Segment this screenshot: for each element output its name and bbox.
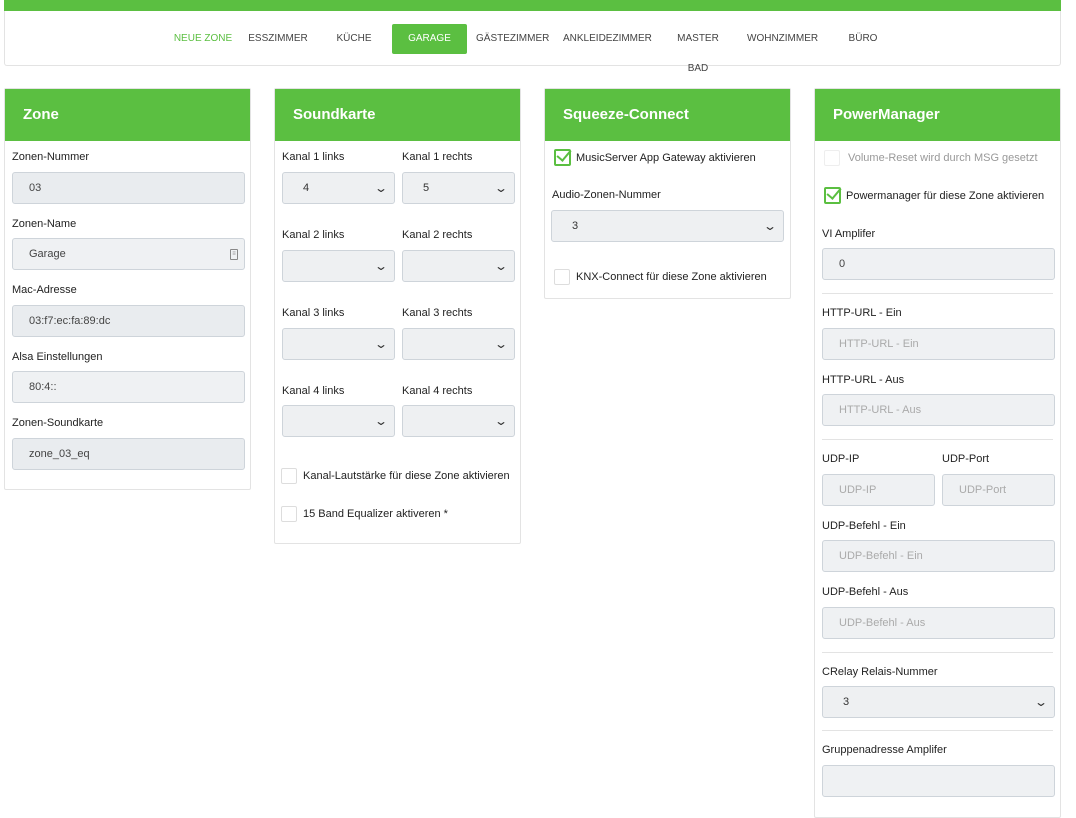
channel-3-right-label: Kanal 3 rechts [402,307,473,319]
channel-4-left-select[interactable]: ⌄ [282,405,395,437]
chevron-down-icon: ⌄ [762,219,778,233]
powermanager-label: Powermanager für diese Zone aktivieren [846,190,1045,202]
tab-garage[interactable]: GARAGE [392,24,467,54]
tab-gaestezimmer[interactable]: GÄSTEZIMMER [476,24,549,54]
udp-on-label: UDP-Befehl - Ein [822,520,906,532]
channel-4-right-select[interactable]: ⌄ [402,405,515,437]
audio-zone-number-value: 3 [572,220,579,232]
channel-2-left-label: Kanal 2 links [282,229,345,241]
chevron-down-icon: ⌄ [1033,695,1049,709]
chevron-down-icon: ⌄ [373,337,389,351]
udp-ip-label: UDP-IP [822,453,860,465]
zone-soundcard-input[interactable]: zone_03_eq [12,438,245,470]
zone-tabs: NEUE ZONE ESSZIMMER KÜCHE GARAGE GÄSTEZI… [4,11,1061,74]
tab-master-bad[interactable]: MASTER BAD [666,24,730,74]
udp-off-input[interactable]: UDP-Befehl - Aus [822,607,1055,639]
chevron-down-icon: ⌄ [493,181,509,195]
chevron-down-icon: ⌄ [493,337,509,351]
tab-esszimmer[interactable]: ESSZIMMER [247,24,309,54]
equalizer-label: 15 Band Equalizer aktiveren * [303,508,448,520]
soundcard-card-title: Soundkarte [275,89,520,141]
channel-3-right-select[interactable]: ⌄ [402,328,515,360]
powermanager-card: PowerManager Volume-Reset wird durch MSG… [814,88,1061,818]
zone-name-label: Zonen-Name [12,218,77,230]
udp-ip-input[interactable]: UDP-IP [822,474,935,506]
channel-4-right-label: Kanal 4 rechts [402,385,473,397]
chevron-down-icon: ⌄ [373,259,389,273]
zone-number-input[interactable]: 03 [12,172,245,204]
mac-input[interactable]: 03:f7:ec:fa:89:dc [12,305,245,337]
alsa-label: Alsa Einstellungen [12,351,103,363]
channel-1-right-value: 5 [423,182,430,194]
volume-reset-checkbox[interactable] [824,150,840,166]
tab-neue-zone[interactable]: NEUE ZONE [173,24,233,54]
gateway-checkbox[interactable] [554,149,571,166]
zone-card: Zone Zonen-Nummer 03 Zonen-Name Garage ≡ … [4,88,251,490]
knx-connect-checkbox[interactable] [554,269,570,285]
channel-1-right-label: Kanal 1 rechts [402,151,473,163]
channel-2-right-label: Kanal 2 rechts [402,229,473,241]
tab-wohnzimmer[interactable]: WOHNZIMMER [747,24,818,54]
http-on-label: HTTP-URL - Ein [822,307,902,319]
vi-amplifier-input[interactable]: 0 [822,248,1055,280]
http-off-input[interactable]: HTTP-URL - Aus [822,394,1055,426]
volume-reset-label: Volume-Reset wird durch MSG gesetzt [848,152,1038,164]
vi-amplifier-label: VI Amplifer [822,228,876,240]
contact-card-icon: ≡ [230,249,238,260]
zone-number-label: Zonen-Nummer [12,151,90,163]
divider [822,439,1053,440]
tab-buero[interactable]: BÜRO [843,24,883,54]
http-on-input[interactable]: HTTP-URL - Ein [822,328,1055,360]
tab-kueche[interactable]: KÜCHE [331,24,377,54]
zone-card-title: Zone [5,89,250,141]
crelay-value: 3 [843,696,850,708]
channel-volume-checkbox[interactable] [281,468,297,484]
chevron-down-icon: ⌄ [493,414,509,428]
group-address-label: Gruppenadresse Amplifer [822,744,947,756]
powermanager-checkbox[interactable] [824,187,841,204]
squeeze-connect-card: Squeeze-Connect MusicServer App Gateway … [544,88,791,299]
channel-3-left-select[interactable]: ⌄ [282,328,395,360]
zone-soundcard-label: Zonen-Soundkarte [12,417,104,429]
soundcard-card: Soundkarte Kanal 1 links Kanal 1 rechts … [274,88,521,544]
udp-port-input[interactable]: UDP-Port [942,474,1055,506]
crelay-label: CRelay Relais-Nummer [822,666,938,678]
udp-off-label: UDP-Befehl - Aus [822,586,909,598]
tab-ankleidezimmer[interactable]: ANKLEIDEZIMMER [563,24,652,54]
udp-port-label: UDP-Port [942,453,990,465]
powermanager-title: PowerManager [815,89,1060,141]
chevron-down-icon: ⌄ [373,181,389,195]
channel-3-left-label: Kanal 3 links [282,307,345,319]
group-address-input[interactable] [822,765,1055,797]
crelay-select[interactable]: 3 ⌄ [822,686,1055,718]
channel-1-left-label: Kanal 1 links [282,151,345,163]
divider [822,293,1053,294]
zone-name-input[interactable]: Garage ≡ [12,238,245,270]
udp-on-input[interactable]: UDP-Befehl - Ein [822,540,1055,572]
channel-2-left-select[interactable]: ⌄ [282,250,395,282]
channel-4-left-label: Kanal 4 links [282,385,345,397]
http-off-label: HTTP-URL - Aus [822,374,905,386]
channel-1-left-select[interactable]: 4 ⌄ [282,172,395,204]
alsa-input[interactable]: 80:4:: [12,371,245,403]
audio-zone-number-select[interactable]: 3 ⌄ [551,210,784,242]
divider [822,730,1053,731]
chevron-down-icon: ⌄ [493,259,509,273]
chevron-down-icon: ⌄ [373,414,389,428]
knx-connect-label: KNX-Connect für diese Zone aktivieren [576,271,767,283]
squeeze-connect-title: Squeeze-Connect [545,89,790,141]
channel-2-right-select[interactable]: ⌄ [402,250,515,282]
channel-1-right-select[interactable]: 5 ⌄ [402,172,515,204]
equalizer-checkbox[interactable] [281,506,297,522]
channel-volume-label: Kanal-Lautstärke für diese Zone aktivier… [303,470,510,482]
mac-label: Mac-Adresse [12,284,77,296]
zone-name-value: Garage [29,248,66,260]
gateway-label: MusicServer App Gateway aktivieren [576,152,756,164]
top-bar [4,0,1061,11]
audio-zone-number-label: Audio-Zonen-Nummer [552,189,661,201]
divider [822,652,1053,653]
channel-1-left-value: 4 [303,182,310,194]
